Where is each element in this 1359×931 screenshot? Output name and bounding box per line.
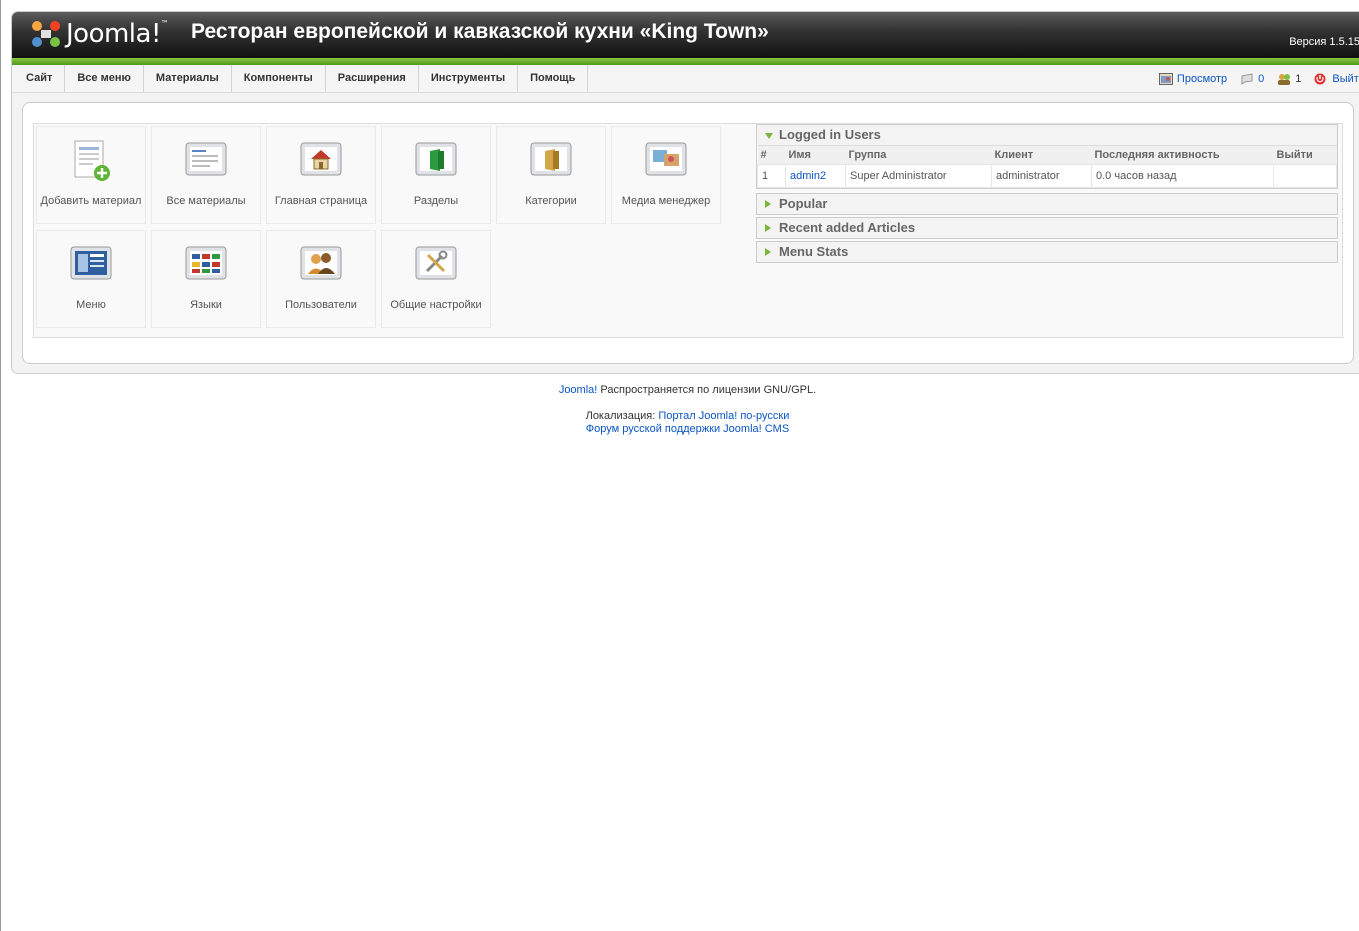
joomla-link[interactable]: Joomla! <box>559 384 598 396</box>
forum-link[interactable]: Форум русской поддержки Joomla! CMS <box>586 423 789 435</box>
col-header-group: Группа <box>845 145 992 165</box>
cell-name: admin2 <box>785 164 846 188</box>
expand-arrow-icon <box>765 200 771 208</box>
users-icon <box>300 246 342 280</box>
messages-link[interactable]: 0 <box>1240 73 1264 85</box>
pane-popular: Popular <box>756 193 1338 215</box>
menu-item-help[interactable]: Помощь <box>518 65 589 92</box>
menu-item-components[interactable]: Компоненты <box>232 65 326 92</box>
logged-in-users-table: # Имя Группа Клиент Последняя активность… <box>757 145 1337 188</box>
header-accent-bar <box>12 58 1359 65</box>
col-header-activity: Последняя активность <box>1091 145 1274 165</box>
menu-item-all-menus[interactable]: Все меню <box>65 65 144 92</box>
cell-client: administrator <box>991 164 1092 188</box>
module-panes: Logged in Users # Имя Группа Клиент Посл… <box>756 124 1338 265</box>
preview-icon <box>1158 72 1173 85</box>
categories-button[interactable]: Категории <box>496 126 606 224</box>
localization-line: Локализация: Портал Joomla! по-русски <box>585 410 790 422</box>
users-online: 1 <box>1277 73 1301 85</box>
messages-icon <box>1241 72 1253 85</box>
languages-icon <box>185 246 227 280</box>
menu-item-site[interactable]: Сайт <box>14 65 66 92</box>
media-manager-button[interactable]: Медиа менеджер <box>611 126 721 224</box>
expand-arrow-icon <box>765 224 771 232</box>
joomla-logo-icon <box>32 21 60 47</box>
forum-line: Форум русской поддержки Joomla! CMS <box>0 423 1359 436</box>
pane-logged-in-users: Logged in Users # Имя Группа Клиент Посл… <box>756 124 1338 189</box>
status-bar: Просмотр 0 1 Выйти <box>1158 65 1359 92</box>
menu-manager-button[interactable]: Меню <box>36 230 146 328</box>
global-config-button[interactable]: Общие настройки <box>381 230 491 328</box>
add-article-button[interactable]: Добавить материал <box>36 126 146 224</box>
license-line: Joomla! Распространяется по лицензии GNU… <box>558 384 817 396</box>
media-icon <box>645 142 687 176</box>
portal-link[interactable]: Портал Joomla! по-русски <box>658 410 789 422</box>
col-header-logout: Выйти <box>1273 145 1337 165</box>
menu-icon <box>70 246 112 280</box>
header: Joomla!™ Ресторан европейской и кавказск… <box>12 12 1359 58</box>
table-header-row: # Имя Группа Клиент Последняя активность… <box>757 145 1337 165</box>
window-edge <box>0 0 1 931</box>
sections-icon <box>415 142 457 176</box>
col-header-client: Клиент <box>991 145 1092 165</box>
collapse-arrow-icon <box>765 133 773 139</box>
control-panel: Добавить материал Все материалы Главная … <box>33 123 1343 338</box>
pane-popular-toggle[interactable]: Popular <box>757 194 1337 214</box>
languages-button[interactable]: Языки <box>151 230 261 328</box>
frontpage-button[interactable]: Главная страница <box>266 126 376 224</box>
all-articles-button[interactable]: Все материалы <box>151 126 261 224</box>
expand-arrow-icon <box>765 248 771 256</box>
pane-recent-articles-toggle[interactable]: Recent added Articles <box>757 218 1337 238</box>
site-title: Ресторан европейской и кавказской кухни … <box>191 20 769 43</box>
pane-recent-articles: Recent added Articles <box>756 217 1338 239</box>
users-online-icon <box>1278 73 1291 85</box>
menu-item-content[interactable]: Материалы <box>144 65 232 92</box>
sections-button[interactable]: Разделы <box>381 126 491 224</box>
preview-link[interactable]: Просмотр <box>1158 72 1227 85</box>
logout-icon <box>1314 73 1326 84</box>
add-article-icon <box>74 140 110 181</box>
config-icon <box>415 246 457 280</box>
footer: Joomla! Распространяется по лицензии GNU… <box>0 384 1359 436</box>
cell-activity: 0.0 часов назад <box>1091 164 1274 188</box>
content-area: Добавить материал Все материалы Главная … <box>22 102 1354 364</box>
menu-item-extensions[interactable]: Расширения <box>326 65 419 92</box>
logo-text: Joomla!™ <box>66 19 169 49</box>
categories-icon <box>530 142 572 176</box>
col-header-num: # <box>757 145 786 165</box>
cell-num: 1 <box>757 164 786 188</box>
frontpage-icon <box>300 142 342 176</box>
table-row: 1 admin2 Super Administrator administrat… <box>757 164 1337 188</box>
users-button[interactable]: Пользователи <box>266 230 376 328</box>
logout-link[interactable]: Выйти <box>1314 73 1359 85</box>
pane-logged-in-users-toggle[interactable]: Logged in Users <box>757 125 1337 145</box>
user-name-link[interactable]: admin2 <box>790 170 826 182</box>
col-header-name: Имя <box>785 145 846 165</box>
admin-frame: Joomla!™ Ресторан европейской и кавказск… <box>11 11 1359 374</box>
cell-logout <box>1273 164 1337 188</box>
main-menu: Сайт Все меню Материалы Компоненты Расши… <box>12 65 1359 93</box>
cell-group: Super Administrator <box>845 164 992 188</box>
articles-icon <box>185 142 227 176</box>
version-label: Версия 1.5.15 <box>1289 36 1359 48</box>
pane-menu-stats: Menu Stats <box>756 241 1338 263</box>
pane-menu-stats-toggle[interactable]: Menu Stats <box>757 242 1337 262</box>
joomla-logo[interactable]: Joomla!™ <box>28 17 169 51</box>
menu-item-tools[interactable]: Инструменты <box>419 65 519 92</box>
